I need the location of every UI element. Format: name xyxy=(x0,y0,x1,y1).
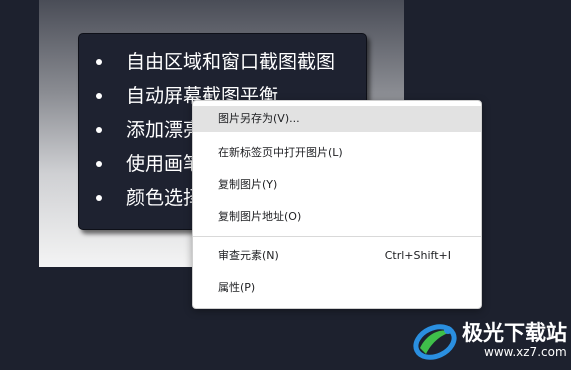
list-item-text: 自由区域和窗口截图截图 xyxy=(126,51,336,73)
site-watermark: 极光下载站 www.xz7.com xyxy=(410,315,571,370)
menu-item-label: 复制图片(Y) xyxy=(218,178,278,191)
menu-item-shortcut: Ctrl+Shift+I xyxy=(384,249,451,262)
list-item-text: 颜色选择 xyxy=(126,187,203,209)
menu-item-properties[interactable]: 属性(P) xyxy=(193,275,481,301)
menu-item-copy-image-address[interactable]: 复制图片地址(O) xyxy=(193,204,481,230)
watermark-brand: 极光下载站 xyxy=(462,321,567,345)
bullet-icon xyxy=(96,93,102,99)
watermark-url: www.xz7.com xyxy=(484,345,567,359)
list-item-text: 添加漂亮 xyxy=(126,119,203,141)
menu-item-copy-image[interactable]: 复制图片(Y) xyxy=(193,172,481,198)
aurora-logo-icon xyxy=(413,324,457,360)
menu-item-label: 在新标签页中打开图片(L) xyxy=(218,146,343,159)
bullet-icon xyxy=(96,127,102,133)
menu-item-label: 属性(P) xyxy=(218,281,256,294)
list-item-text: 使用画笔 xyxy=(126,153,203,175)
bullet-icon xyxy=(96,195,102,201)
menu-separator xyxy=(193,236,481,237)
bullet-icon xyxy=(96,59,102,65)
menu-item-label: 图片另存为(V)... xyxy=(218,112,300,125)
menu-item-save-image-as[interactable]: 图片另存为(V)... xyxy=(193,106,481,132)
menu-item-label: 审查元素(N) xyxy=(218,249,279,262)
menu-item-inspect-element[interactable]: 审查元素(N) Ctrl+Shift+I xyxy=(193,243,481,269)
menu-item-open-image-new-tab[interactable]: 在新标签页中打开图片(L) xyxy=(193,140,481,166)
bullet-icon xyxy=(96,161,102,167)
context-menu: 图片另存为(V)... 在新标签页中打开图片(L) 复制图片(Y) 复制图片地址… xyxy=(192,100,482,309)
menu-item-label: 复制图片地址(O) xyxy=(218,210,302,223)
